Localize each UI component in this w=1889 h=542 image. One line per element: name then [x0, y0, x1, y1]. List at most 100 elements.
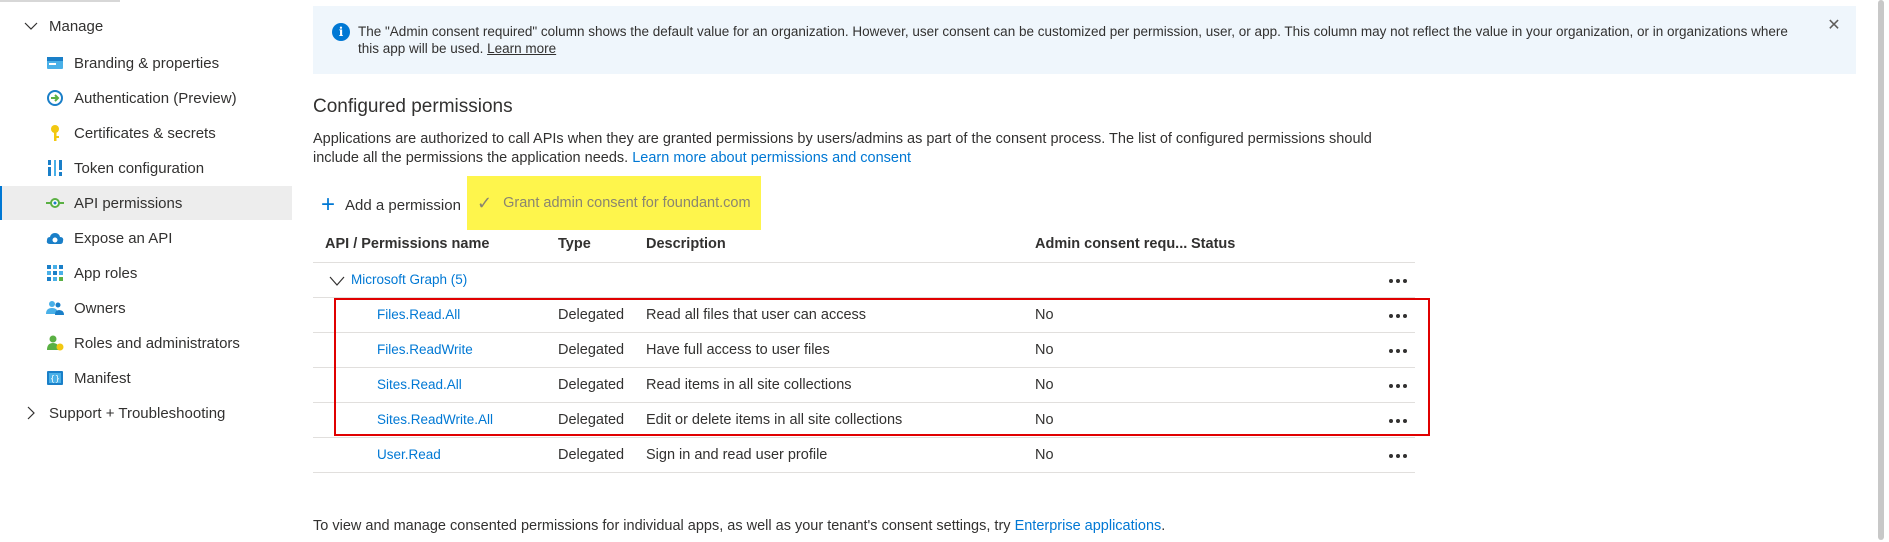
permission-description: Edit or delete items in all site collect…	[646, 412, 903, 428]
sidebar-item-label: API permissions	[74, 194, 183, 212]
permissions-table-header: API / Permissions name Type Description …	[313, 227, 1415, 263]
sidebar: Manage Branding & properties Authenticat…	[0, 0, 292, 542]
table-row: Sites.ReadWrite.All Delegated Edit or de…	[313, 403, 1415, 438]
info-message-bar: i The "Admin consent required" column sh…	[313, 6, 1856, 74]
sidebar-item-label: Authentication (Preview)	[74, 89, 237, 107]
permission-description: Read all files that user can access	[646, 307, 867, 323]
table-row: User.Read Delegated Sign in and read use…	[313, 438, 1415, 473]
info-message: The "Admin consent required" column show…	[358, 23, 1788, 57]
admin-consent-value: No	[1035, 307, 1054, 323]
sidebar-item-label: Expose an API	[74, 229, 173, 247]
api-group-label[interactable]: Microsoft Graph (5)	[351, 272, 467, 287]
permission-name-link[interactable]: Sites.Read.All	[377, 377, 462, 392]
column-header-type[interactable]: Type	[558, 236, 591, 252]
person-badge-icon	[46, 334, 64, 352]
sidebar-group-label: Support + Troubleshooting	[49, 404, 226, 422]
info-icon: i	[332, 23, 350, 41]
grant-admin-consent-button[interactable]: ✓ Grant admin consent for foundant.com	[467, 176, 761, 230]
column-header-description[interactable]: Description	[646, 236, 726, 252]
footer-note-text: To view and manage consented permissions…	[313, 518, 1011, 534]
info-message-text: The "Admin consent required" column show…	[358, 24, 1788, 56]
grid-icon	[46, 264, 64, 282]
token-bars-icon	[46, 159, 64, 177]
people-icon	[46, 299, 64, 317]
sidebar-item-certificates[interactable]: Certificates & secrets	[0, 116, 292, 150]
chevron-right-icon	[27, 406, 35, 420]
more-options-icon[interactable]	[1384, 411, 1412, 431]
footer-note-end: .	[1161, 518, 1166, 534]
more-options-icon[interactable]	[1384, 341, 1412, 361]
key-icon	[46, 124, 64, 142]
sidebar-group-manage[interactable]: Manage	[0, 9, 292, 43]
sidebar-item-label: Certificates & secrets	[74, 124, 216, 142]
more-options-icon[interactable]	[1384, 446, 1412, 466]
permission-name-link[interactable]: User.Read	[377, 447, 441, 462]
learn-more-link[interactable]: Learn more	[487, 41, 556, 56]
sidebar-item-branding[interactable]: Branding & properties	[0, 46, 292, 80]
vertical-scrollbar[interactable]	[1875, 0, 1889, 542]
sidebar-item-label: Manifest	[74, 369, 131, 387]
cloud-icon	[46, 229, 64, 247]
sidebar-item-label: Roles and administrators	[74, 334, 240, 352]
permission-name-link[interactable]: Files.Read.All	[377, 307, 460, 322]
sidebar-item-api-permissions[interactable]: API permissions	[0, 186, 292, 220]
grant-admin-consent-label: Grant admin consent for foundant.com	[503, 195, 751, 211]
sidebar-item-authentication[interactable]: Authentication (Preview)	[0, 81, 292, 115]
table-row: Files.Read.All Delegated Read all files …	[313, 298, 1415, 333]
sidebar-group-label: Manage	[49, 17, 104, 35]
more-options-icon[interactable]	[1384, 271, 1412, 291]
permission-description: Have full access to user files	[646, 342, 830, 358]
sidebar-group-support[interactable]: Support + Troubleshooting	[0, 396, 292, 430]
chevron-down-icon	[24, 22, 38, 30]
permission-type: Delegated	[558, 377, 625, 393]
clipped-item	[0, 0, 120, 2]
manifest-icon: {}	[46, 369, 64, 387]
close-icon[interactable]: ✕	[1826, 18, 1842, 34]
authentication-icon	[46, 89, 64, 107]
admin-consent-value: No	[1035, 412, 1054, 428]
sidebar-item-manifest[interactable]: {} Manifest	[0, 361, 292, 395]
table-row: Files.ReadWrite Delegated Have full acce…	[313, 333, 1415, 368]
permission-type: Delegated	[558, 447, 625, 463]
sidebar-item-owners[interactable]: Owners	[0, 291, 292, 325]
permission-type: Delegated	[558, 412, 625, 428]
column-header-name[interactable]: API / Permissions name	[325, 236, 489, 252]
page-section-title: Configured permissions	[313, 96, 513, 117]
api-group-row: Microsoft Graph (5)	[313, 263, 1415, 298]
more-options-icon[interactable]	[1384, 306, 1412, 326]
add-permission-button[interactable]: + Add a permission	[313, 190, 461, 220]
admin-consent-value: No	[1035, 377, 1054, 393]
learn-more-permissions-link[interactable]: Learn more about permissions and consent	[632, 150, 911, 166]
add-permission-label: Add a permission	[345, 196, 461, 214]
branding-icon	[46, 54, 64, 72]
table-row: Sites.Read.All Delegated Read items in a…	[313, 368, 1415, 403]
api-permissions-icon	[46, 194, 64, 212]
permission-type: Delegated	[558, 307, 625, 323]
sidebar-item-expose-api[interactable]: Expose an API	[0, 221, 292, 255]
column-header-status[interactable]: Status	[1191, 236, 1235, 252]
admin-consent-value: No	[1035, 447, 1054, 463]
scrollbar-thumb[interactable]	[1878, 0, 1884, 540]
plus-icon: +	[321, 191, 336, 218]
sidebar-item-label: App roles	[74, 264, 138, 282]
more-options-icon[interactable]	[1384, 376, 1412, 396]
sidebar-item-label: Owners	[74, 299, 126, 317]
admin-consent-value: No	[1035, 342, 1054, 358]
sidebar-item-label: Branding & properties	[74, 54, 220, 72]
permission-description: Sign in and read user profile	[646, 447, 828, 463]
permission-name-link[interactable]: Files.ReadWrite	[377, 342, 473, 357]
chevron-down-icon[interactable]	[329, 273, 345, 289]
sidebar-item-label: Token configuration	[74, 159, 205, 177]
footer-note: To view and manage consented permissions…	[313, 518, 1165, 534]
sidebar-item-app-roles[interactable]: App roles	[0, 256, 292, 290]
section-description: Applications are authorized to call APIs…	[313, 130, 1413, 168]
permission-type: Delegated	[558, 342, 625, 358]
sidebar-item-token-configuration[interactable]: Token configuration	[0, 151, 292, 185]
permission-description: Read items in all site collections	[646, 377, 852, 393]
checkmark-icon: ✓	[477, 192, 493, 213]
svg-text:{}: {}	[50, 374, 60, 383]
sidebar-item-roles-administrators[interactable]: Roles and administrators	[0, 326, 292, 360]
column-header-admin-consent[interactable]: Admin consent requ...	[1035, 236, 1187, 252]
permission-name-link[interactable]: Sites.ReadWrite.All	[377, 412, 493, 427]
enterprise-applications-link[interactable]: Enterprise applications	[1015, 518, 1162, 534]
